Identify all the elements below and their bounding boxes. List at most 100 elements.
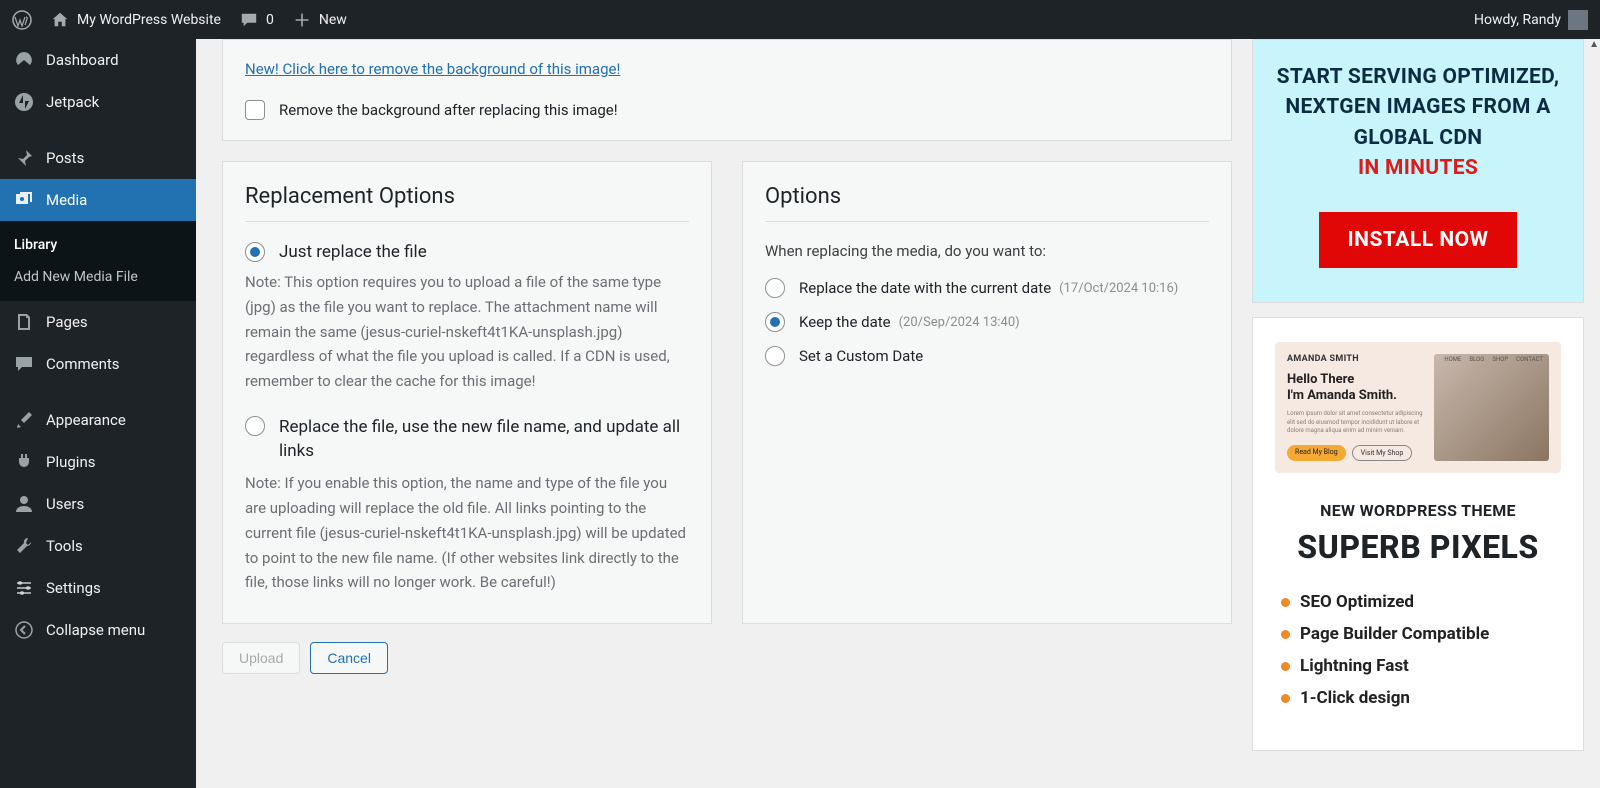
menu-jetpack[interactable]: Jetpack [0,81,196,123]
comment-icon [239,10,259,30]
upload-button[interactable]: Upload [222,642,300,674]
menu-tools[interactable]: Tools [0,525,196,567]
options-lead: When replacing the media, do you want to… [765,242,1209,260]
background-options-panel: New! Click here to remove the background… [222,39,1232,141]
jetpack-icon [14,92,34,112]
date-note: (20/Sep/2024 13:40) [899,315,1020,330]
mock-lorem: Lorem ipsum dolor sit amet consectetur a… [1287,410,1424,435]
mock-hello1: Hello There [1287,372,1354,387]
menu-label: Pages [46,313,88,331]
feature-item: 1-Click design [1281,688,1555,708]
note-text: Note: If you enable this option, the nam… [245,471,689,595]
greeting-text: Howdy, Randy [1474,12,1561,28]
user-icon [14,494,34,514]
scrollbar[interactable]: ▲ [1584,39,1600,788]
main-content: New! Click here to remove the background… [196,39,1584,788]
comments-link[interactable]: 0 [239,10,274,30]
comments-icon [14,354,34,374]
feature-item: Page Builder Compatible [1281,624,1555,644]
submenu-add-new[interactable]: Add New Media File [0,261,196,293]
mock-nav-item: HOME [1444,356,1461,363]
menu-plugins[interactable]: Plugins [0,441,196,483]
menu-label: Media [46,191,87,209]
scroll-up-icon: ▲ [1589,39,1599,50]
feature-list: SEO Optimized Page Builder Compatible Li… [1275,592,1561,708]
plug-icon [14,452,34,472]
dashboard-icon [14,50,34,70]
wordpress-logo-icon [12,10,32,30]
radio-keep-date[interactable] [765,312,785,332]
collapse-icon [14,620,34,640]
admin-bar: My WordPress Website 0 New Howdy, Randy [0,0,1600,39]
remove-bg-label: Remove the background after replacing th… [279,101,618,119]
menu-media[interactable]: Media [0,179,196,221]
mock-nav-item: BLOG [1469,356,1484,363]
radio-just-replace[interactable] [245,242,265,262]
mock-image [1434,354,1549,462]
plus-icon [292,10,312,30]
remove-bg-link[interactable]: New! Click here to remove the background… [245,60,620,78]
menu-collapse[interactable]: Collapse menu [0,609,196,651]
radio-label: Replace the date with the current date [799,279,1051,297]
site-link[interactable]: My WordPress Website [50,10,221,30]
menu-label: Settings [46,579,101,597]
menu-label: Appearance [46,411,126,429]
options-card: Options When replacing the media, do you… [742,161,1232,624]
pages-icon [14,312,34,332]
promo-line2: IN MINUTES [1358,156,1478,180]
mock-pill-blog: Read My Blog [1287,445,1346,461]
menu-posts[interactable]: Posts [0,137,196,179]
menu-label: Posts [46,149,84,167]
mock-nav-item: SHOP [1492,356,1508,363]
card-heading: Replacement Options [245,184,689,222]
install-now-button[interactable]: INSTALL NOW [1319,212,1516,268]
submenu-media: Library Add New Media File [0,221,196,301]
home-icon [50,10,70,30]
cdn-promo-card: START SERVING OPTIMIZED, NEXTGEN IMAGES … [1252,39,1584,303]
radio-replace-update-links[interactable] [245,416,265,436]
menu-label: Jetpack [46,93,99,111]
menu-users[interactable]: Users [0,483,196,525]
note-text: Note: This option requires you to upload… [245,270,689,394]
account-link[interactable]: Howdy, Randy [1474,10,1588,30]
theme-preview: HOME BLOG SHOP CONTACT AMANDA SMITH Hell… [1275,342,1561,474]
menu-label: Collapse menu [46,621,145,639]
feature-item: Lightning Fast [1281,656,1555,676]
menu-label: Users [46,495,84,513]
pin-icon [14,148,34,168]
date-note: (17/Oct/2024 10:16) [1059,281,1178,296]
radio-custom-date[interactable] [765,346,785,366]
menu-comments[interactable]: Comments [0,343,196,385]
radio-label: Set a Custom Date [799,347,923,365]
new-label: New [319,12,347,28]
radio-label: Replace the file, use the new file name,… [279,416,689,464]
submenu-library[interactable]: Library [0,229,196,261]
menu-label: Dashboard [46,51,119,69]
radio-replace-date[interactable] [765,278,785,298]
mock-hello2: I'm Amanda Smith. [1287,388,1397,403]
wp-logo[interactable] [12,10,32,30]
wrench-icon [14,536,34,556]
brush-icon [14,410,34,430]
card-heading: Options [765,184,1209,222]
radio-label: Keep the date [799,313,891,331]
feature-item: SEO Optimized [1281,592,1555,612]
menu-dashboard[interactable]: Dashboard [0,39,196,81]
admin-sidebar: Dashboard Jetpack Posts Media Library Ad… [0,39,196,788]
remove-bg-checkbox[interactable] [245,100,265,120]
mock-nav-item: CONTACT [1516,356,1543,363]
menu-label: Comments [46,355,120,373]
comments-count: 0 [266,12,274,28]
site-name: My WordPress Website [77,12,221,28]
cancel-button[interactable]: Cancel [310,642,388,674]
new-link[interactable]: New [292,10,347,30]
menu-pages[interactable]: Pages [0,301,196,343]
menu-label: Tools [46,537,83,555]
menu-appearance[interactable]: Appearance [0,399,196,441]
replacement-options-card: Replacement Options Just replace the fil… [222,161,712,624]
menu-settings[interactable]: Settings [0,567,196,609]
mock-pill-shop: Visit My Shop [1352,445,1413,461]
media-icon [14,190,34,210]
mock-name: AMANDA SMITH [1287,354,1424,364]
promo-line1: START SERVING OPTIMIZED, NEXTGEN IMAGES … [1277,65,1560,150]
